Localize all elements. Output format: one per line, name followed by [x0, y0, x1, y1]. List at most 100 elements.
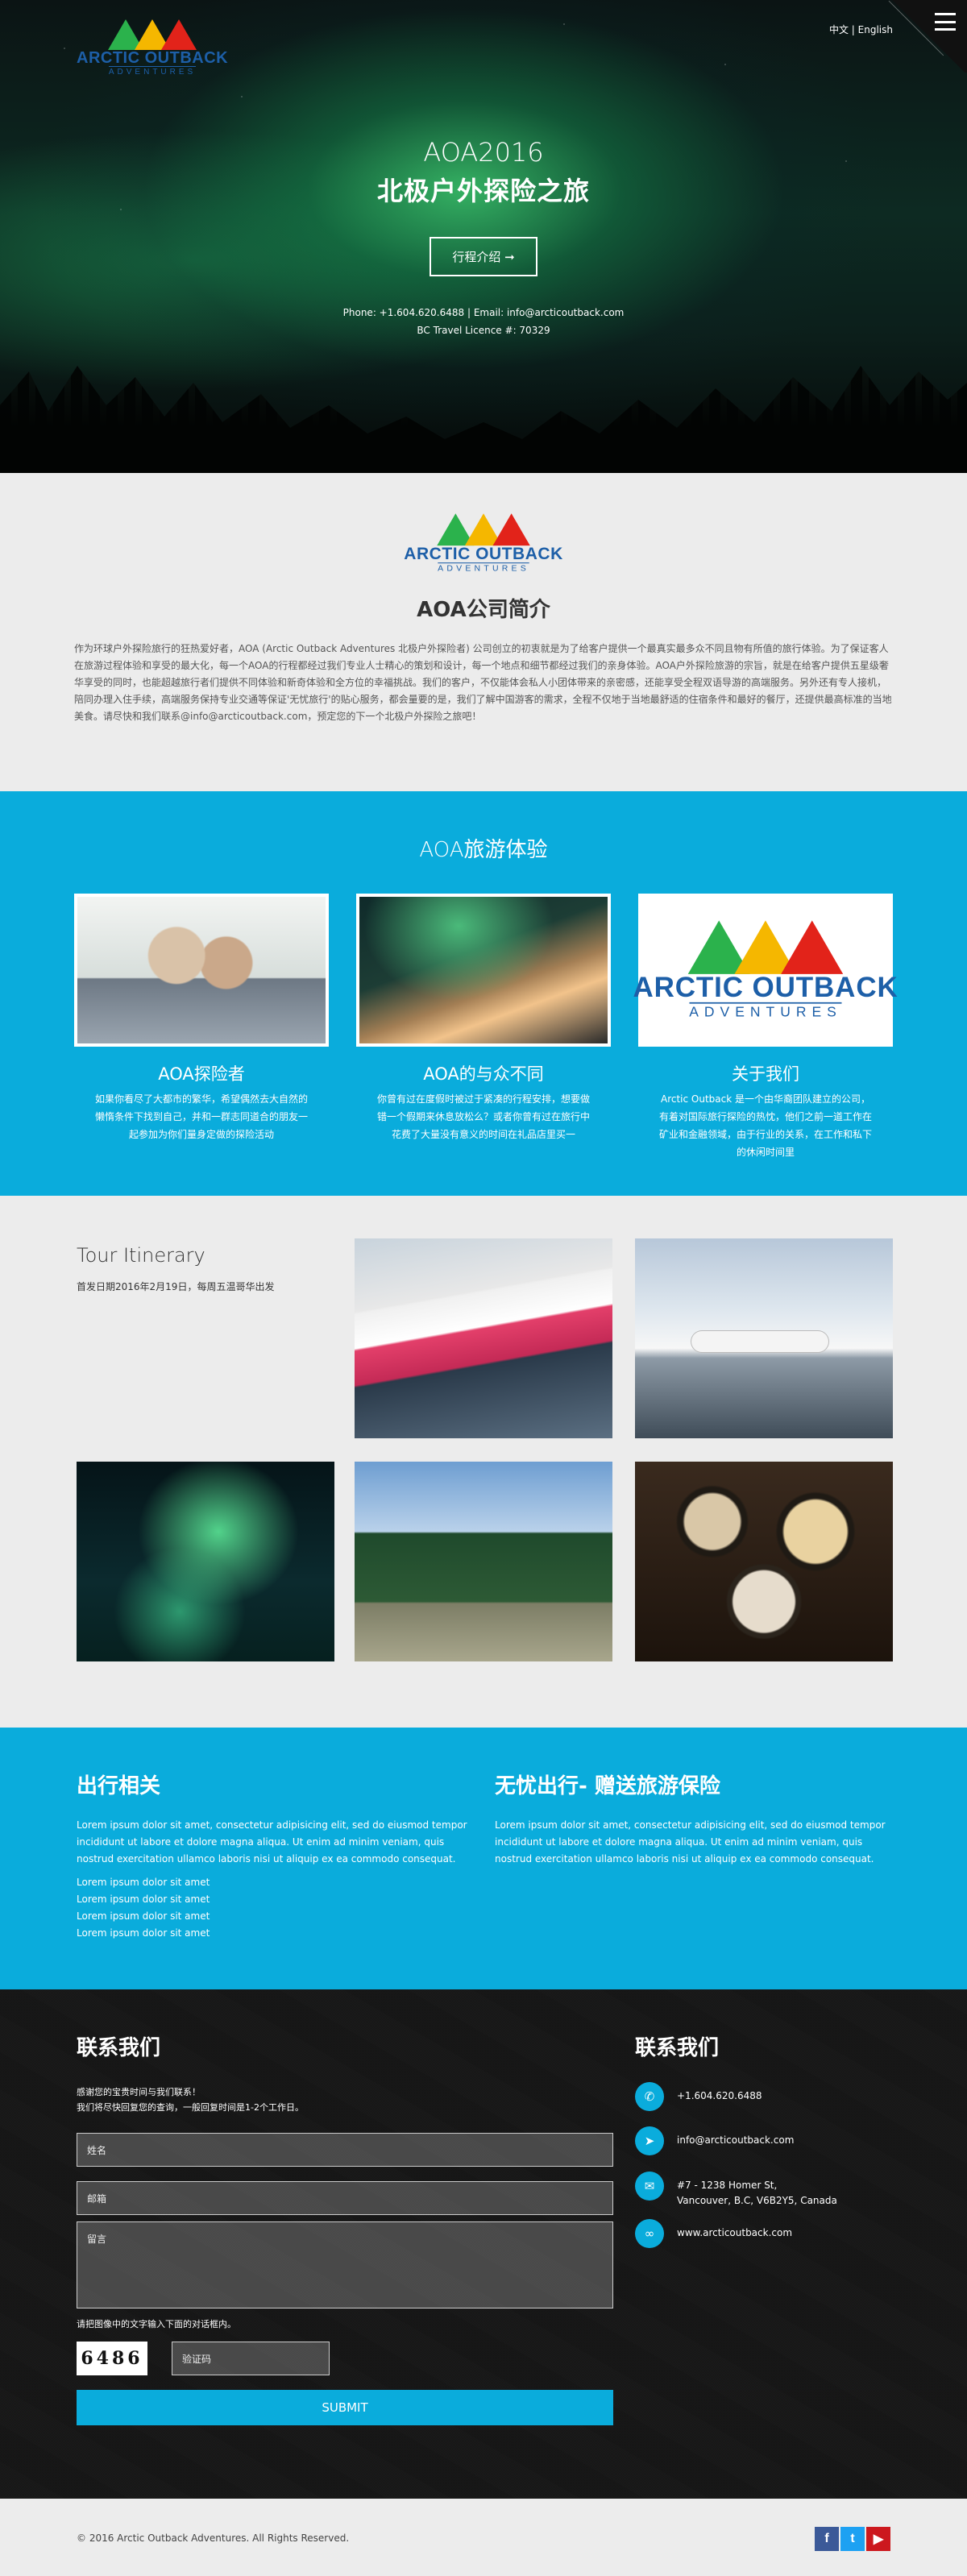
gallery-photo-aurora[interactable] [77, 1462, 334, 1661]
card-title: AOA的与众不同 [423, 1064, 544, 1084]
travel-info-text: Lorem ipsum dolor sit amet, consectetur … [77, 1819, 467, 1865]
gallery-photo-flyover[interactable] [355, 1238, 612, 1438]
card-text: 如果你看尽了大都市的繁华，希望偶然去大自然的懒惰条件下找到自己，并和一群志同道合… [94, 1093, 308, 1140]
itinerary-section: Tour Itinerary 首发日期2016年2月19日，每周五温哥华出发 [0, 1196, 967, 1728]
lang-chinese-link[interactable]: 中文 [829, 24, 849, 35]
insurance-info: 无忧出行- 赠送旅游保险 Lorem ipsum dolor sit amet,… [495, 1769, 898, 1868]
contact-form-title: 联系我们 [77, 2036, 161, 2060]
phone-text: +1.604.620.6488 [677, 2090, 762, 2101]
hero-contact: Phone: +1.604.620.6488 | Email: info@arc… [0, 304, 967, 339]
gallery-photo-totems[interactable] [355, 1462, 612, 1661]
itinerary-button[interactable]: 行程介绍 ➞ [430, 237, 537, 276]
hamburger-menu-icon[interactable] [935, 13, 956, 31]
email-text[interactable]: info@arcticoutback.com [677, 2126, 794, 2148]
footer: © 2016 Arctic Outback Adventures. All Ri… [0, 2499, 967, 2576]
insurance-title: 无忧出行- 赠送旅游保险 [495, 1774, 720, 1798]
language-switcher: 中文 | English [829, 23, 893, 36]
logo-name: ARCTIC OUTBACK [404, 545, 563, 564]
contact-intro: 感谢您的宝贵时间与我们联系！ 我们将尽快回复您的查询，一般回复时间是1-2个工作… [77, 2084, 479, 2115]
experience-card[interactable]: ARCTIC OUTBACK ADVENTURES 关于我们 Arctic Ou… [633, 894, 898, 1161]
logo-mark-icon [687, 919, 844, 974]
card-title: 关于我们 [732, 1064, 799, 1084]
name-field[interactable]: 姓名 [77, 2133, 613, 2167]
experience-section: AOA旅游体验 AOA探险者 如果你看尽了大都市的繁华，希望偶然去大自然的懒惰条… [0, 791, 967, 1196]
link-icon: ∞ [635, 2219, 664, 2248]
contact-email: ➤ info@arcticoutback.com [635, 2126, 794, 2155]
contact-info-title: 联系我们 [635, 2036, 720, 2060]
envelope-icon: ✉ [635, 2172, 664, 2201]
about-text: 作为环球户外探险旅行的狂热爱好者，AOA (Arctic Outback Adv… [74, 643, 892, 722]
email-field[interactable]: 邮箱 [77, 2181, 613, 2215]
logo-name: ARCTIC OUTBACK [77, 49, 229, 67]
captcha-label: 请把图像中的文字输入下面的对话框内。 [77, 2319, 236, 2329]
list-item: Lorem ipsum dolor sit amet [77, 1877, 210, 1888]
list-item: Lorem ipsum dolor sit amet [77, 1894, 210, 1905]
copyright-text: © 2016 Arctic Outback Adventures. All Ri… [77, 2532, 350, 2544]
contact-intro-line: 我们将尽快回复您的查询，一般回复时间是1-2个工作日。 [77, 2102, 304, 2113]
experience-card[interactable]: AOA探险者 如果你看尽了大都市的繁华，希望偶然去大自然的懒惰条件下找到自己，并… [74, 894, 329, 1161]
contact-address: ✉ #7 - 1238 Homer St, Vancouver, B.C, V6… [635, 2172, 837, 2209]
gallery-photo-airplane[interactable] [635, 1238, 893, 1438]
hero-section: ARCTIC OUTBACK ADVENTURES 中文 | English A… [0, 0, 967, 473]
experience-cards: AOA探险者 如果你看尽了大都市的繁华，希望偶然去大自然的懒惰条件下找到自己，并… [74, 894, 898, 1161]
logo-mark-icon [108, 19, 197, 50]
contact-section: 联系我们 感谢您的宝贵时间与我们联系！ 我们将尽快回复您的查询，一般回复时间是1… [0, 1989, 967, 2499]
list-item: Lorem ipsum dolor sit amet [77, 1910, 210, 1922]
captcha-image: 6486 [77, 2342, 147, 2375]
menu-corner [890, 0, 967, 73]
phone-icon: ✆ [635, 2082, 664, 2111]
contact-phone: ✆ +1.604.620.6488 [635, 2082, 762, 2111]
about-logo: ARCTIC OUTBACK ADVENTURES [404, 513, 562, 574]
address-line: #7 - 1238 Homer St, [677, 2180, 778, 2191]
message-field[interactable]: 留言 [77, 2221, 613, 2308]
logo-name: ARCTIC OUTBACK [633, 972, 899, 1004]
insurance-text: Lorem ipsum dolor sit amet, consectetur … [495, 1819, 886, 1865]
hero-subtitle: 北极户外探险之旅 [376, 176, 590, 206]
lang-english-link[interactable]: English [858, 24, 893, 35]
itinerary-note: 首发日期2016年2月19日，每周五温哥华出发 [77, 1281, 275, 1292]
submit-button[interactable]: SUBMIT [77, 2390, 613, 2425]
card-logo: ARCTIC OUTBACK ADVENTURES [633, 919, 899, 1020]
about-title: AOA公司简介 [0, 593, 967, 623]
experience-title: AOA旅游体验 [0, 833, 967, 863]
card-title: AOA探险者 [158, 1064, 245, 1084]
lang-separator: | [851, 24, 855, 35]
about-title-b: 公司简介 [466, 598, 550, 622]
experience-card[interactable]: AOA的与众不同 你曾有过在度假时被过于紧凑的行程安排，想要做错一个假期来休息放… [356, 894, 611, 1161]
twitter-icon[interactable]: t [840, 2527, 865, 2551]
lodge-photo [356, 894, 611, 1047]
experience-title-b: 旅游体验 [463, 838, 548, 862]
list-item: Lorem ipsum dolor sit amet [77, 1927, 210, 1939]
youtube-icon[interactable]: ▶ [866, 2527, 890, 2551]
logo-card-image: ARCTIC OUTBACK ADVENTURES [633, 894, 898, 1047]
experience-title-a: AOA [419, 838, 464, 862]
send-icon: ➤ [635, 2126, 664, 2155]
about-section: ARCTIC OUTBACK ADVENTURES AOA公司简介 作为环球户外… [0, 473, 967, 791]
hero-title: AOA2016 [423, 137, 544, 168]
about-title-a: AOA [417, 598, 467, 622]
logo-mark-icon [437, 513, 530, 546]
site-logo[interactable]: ARCTIC OUTBACK ADVENTURES [77, 19, 228, 77]
contact-intro-line: 感谢您的宝贵时间与我们联系！ [77, 2087, 201, 2097]
website-text[interactable]: www.arcticoutback.com [677, 2219, 792, 2241]
card-text: 你曾有过在度假时被过于紧凑的行程安排，想要做错一个假期来休息放松么？或者你曾有过… [376, 1093, 590, 1140]
hero-contact-line: Phone: +1.604.620.6488 | Email: info@arc… [342, 307, 625, 318]
travel-info-section: 出行相关 Lorem ipsum dolor sit amet, consect… [0, 1728, 967, 1989]
address-text: #7 - 1238 Homer St, Vancouver, B.C, V6B2… [677, 2172, 837, 2209]
facebook-icon[interactable]: f [815, 2527, 839, 2551]
card-text: Arctic Outback 是一个由华裔团队建立的公司，有着对国际旅行探险的热… [658, 1093, 872, 1158]
travel-info-list: Lorem ipsum dolor sit amet Lorem ipsum d… [77, 1874, 479, 1942]
address-line: Vancouver, B.C, V6B2Y5, Canada [677, 2195, 837, 2206]
logo-sub: ADVENTURES [689, 1002, 842, 1020]
logo-sub: ADVENTURES [108, 66, 197, 77]
travel-info-left: 出行相关 Lorem ipsum dolor sit amet, consect… [77, 1769, 479, 1942]
itinerary-title: Tour Itinerary [77, 1244, 205, 1267]
couple-photo [74, 894, 329, 1047]
captcha-input[interactable]: 验证码 [172, 2342, 330, 2375]
logo-sub: ADVENTURES [438, 562, 529, 574]
contact-website: ∞ www.arcticoutback.com [635, 2219, 792, 2248]
social-links: f t ▶ [815, 2527, 890, 2551]
hero-licence-line: BC Travel Licence #: 70329 [417, 325, 550, 336]
travel-info-title: 出行相关 [77, 1774, 161, 1798]
gallery-photo-food[interactable] [635, 1462, 893, 1661]
